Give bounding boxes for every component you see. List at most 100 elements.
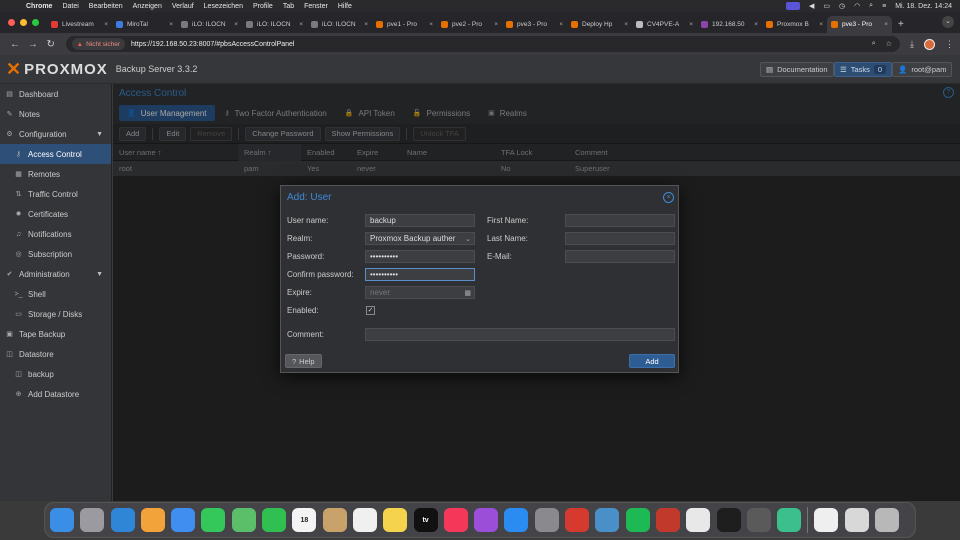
username-input[interactable]: backup bbox=[365, 214, 475, 227]
url-text[interactable]: https://192.168.50.23:8007/#pbsAccessCon… bbox=[131, 41, 294, 48]
sidebar-item[interactable]: ✔ Administration ▼ bbox=[0, 264, 111, 284]
browser-tab[interactable]: Proxmox B × bbox=[762, 16, 827, 33]
bookmark-star-icon[interactable]: ☆ bbox=[886, 40, 892, 48]
terminal-icon[interactable] bbox=[716, 508, 741, 532]
tab-close-icon[interactable]: × bbox=[299, 21, 303, 28]
notes-app-icon[interactable] bbox=[383, 508, 408, 532]
sidebar-item[interactable]: ⚷ Access Control bbox=[0, 144, 111, 164]
menu-item[interactable]: Tab bbox=[283, 3, 294, 10]
help-button[interactable]: ? Help bbox=[285, 354, 322, 368]
last-name-input[interactable] bbox=[565, 232, 675, 245]
tab-close-icon[interactable]: × bbox=[169, 21, 173, 28]
menu-item[interactable]: Verlauf bbox=[172, 3, 194, 10]
zoom-icon[interactable]: ⌕ bbox=[872, 40, 876, 48]
tab-close-icon[interactable]: × bbox=[364, 21, 368, 28]
sidebar-item[interactable]: ▣ Tape Backup bbox=[0, 324, 111, 344]
volume-icon[interactable]: ◀ bbox=[809, 2, 814, 10]
forward-icon[interactable]: → bbox=[24, 39, 42, 50]
chrome-icon[interactable] bbox=[686, 508, 711, 532]
chevron-down-icon[interactable]: ⌄ bbox=[465, 235, 471, 243]
dialog-add-button[interactable]: Add bbox=[629, 354, 675, 368]
menu-item[interactable]: Profile bbox=[253, 3, 273, 10]
sidebar-item[interactable]: >_ Shell bbox=[0, 284, 111, 304]
browser-tab[interactable]: pve1 - Pro × bbox=[372, 16, 437, 33]
sidebar-item[interactable]: ◫ Datastore bbox=[0, 344, 111, 364]
browser-tab[interactable]: CV4PVE-A × bbox=[632, 16, 697, 33]
email-input[interactable] bbox=[565, 250, 675, 263]
tool-red-icon[interactable] bbox=[565, 508, 590, 532]
chrome-menu-icon[interactable]: ⋮ bbox=[945, 39, 954, 50]
new-tab-button[interactable]: + bbox=[898, 19, 904, 30]
expire-date-field[interactable]: never ▦ bbox=[365, 286, 475, 299]
browser-tab[interactable]: iLO: ILOCN × bbox=[177, 16, 242, 33]
expand-arrow-icon[interactable]: ▼ bbox=[96, 131, 103, 138]
photos-icon[interactable] bbox=[140, 508, 165, 532]
tab-close-icon[interactable]: × bbox=[104, 21, 108, 28]
profile-avatar[interactable] bbox=[923, 38, 935, 50]
screen-share-icon[interactable] bbox=[785, 2, 800, 10]
sidebar-item[interactable]: ✹ Certificates bbox=[0, 204, 111, 224]
menu-clock[interactable]: Mi. 18. Dez. 14:24 bbox=[895, 3, 952, 10]
safari-icon[interactable] bbox=[110, 508, 135, 532]
documentation-button[interactable]: ▤ Documentation bbox=[760, 62, 834, 77]
close-icon[interactable]: × bbox=[663, 192, 674, 203]
podcasts-icon[interactable] bbox=[474, 508, 499, 532]
sidebar-item[interactable]: ♫ Notifications bbox=[0, 224, 111, 244]
user-menu-button[interactable]: 👤 root@pam bbox=[892, 62, 953, 77]
tasks-button[interactable]: ☰ Tasks 0 bbox=[834, 62, 893, 77]
menu-app-chrome[interactable]: Chrome bbox=[26, 3, 52, 10]
enabled-checkbox[interactable]: ✓ bbox=[366, 306, 375, 315]
tab-close-icon[interactable]: × bbox=[559, 21, 563, 28]
first-name-input[interactable] bbox=[565, 214, 675, 227]
browser-tab[interactable]: 192.168.50 × bbox=[697, 16, 762, 33]
browser-tab[interactable]: pve3 - Pro × bbox=[827, 16, 892, 33]
download-icon[interactable]: ⤓ bbox=[910, 39, 914, 50]
spotify-icon[interactable] bbox=[625, 508, 650, 532]
control-center-icon[interactable]: ≡ bbox=[882, 3, 886, 10]
document-icon[interactable] bbox=[814, 508, 839, 532]
search-icon[interactable]: ⌕ bbox=[869, 2, 873, 10]
preview-icon[interactable] bbox=[844, 508, 869, 532]
sidebar-item[interactable]: ▭ Storage / Disks bbox=[0, 304, 111, 324]
messages-icon[interactable] bbox=[201, 508, 226, 532]
tab-search-icon[interactable]: ⌄ bbox=[942, 16, 954, 28]
menu-item[interactable]: Fenster bbox=[304, 3, 328, 10]
sidebar-item[interactable]: ⇅ Traffic Control bbox=[0, 184, 111, 204]
password-input[interactable]: •••••••••• bbox=[365, 250, 475, 263]
tab-close-icon[interactable]: × bbox=[624, 21, 628, 28]
mail-icon[interactable] bbox=[171, 508, 196, 532]
battery-icon[interactable]: ▭ bbox=[823, 2, 830, 10]
realm-select[interactable]: Proxmox Backup auther ⌄ bbox=[365, 232, 475, 245]
quicktime-icon[interactable] bbox=[595, 508, 620, 532]
confirm-password-input[interactable]: •••••••••• bbox=[365, 268, 475, 281]
tab-close-icon[interactable]: × bbox=[429, 21, 433, 28]
expand-arrow-icon[interactable]: ▼ bbox=[96, 271, 103, 278]
browser-tab[interactable]: MiroTal × bbox=[112, 16, 177, 33]
clock-icon[interactable]: ◷ bbox=[839, 2, 845, 10]
not-secure-badge[interactable]: ▲ Nicht sicher bbox=[71, 38, 126, 50]
browser-tab[interactable]: iLO: ILOCN × bbox=[307, 16, 372, 33]
browser-tab[interactable]: Livestream × bbox=[47, 16, 112, 33]
browser-tab[interactable]: iLO: ILOCN × bbox=[242, 16, 307, 33]
sidebar-item[interactable]: ▤ Dashboard bbox=[0, 84, 111, 104]
finder-icon[interactable] bbox=[50, 508, 74, 532]
close-window-button[interactable] bbox=[8, 19, 15, 26]
address-bar[interactable]: ▲ Nicht sicher https://192.168.50.23:8007… bbox=[65, 36, 900, 52]
back-icon[interactable]: ← bbox=[6, 39, 24, 50]
calendar-icon[interactable]: ▦ bbox=[464, 289, 471, 297]
sync-green-icon[interactable] bbox=[777, 508, 802, 532]
sidebar-item[interactable]: ⚙ Configuration ▼ bbox=[0, 124, 111, 144]
sidebar-item[interactable]: ◎ Subscription bbox=[0, 244, 111, 264]
menu-item[interactable]: Bearbeiten bbox=[89, 3, 123, 10]
minimize-window-button[interactable] bbox=[20, 19, 27, 26]
calculator-icon[interactable] bbox=[746, 508, 771, 532]
menu-item[interactable]: Datei bbox=[62, 3, 78, 10]
tab-close-icon[interactable]: × bbox=[689, 21, 693, 28]
fullscreen-window-button[interactable] bbox=[32, 19, 39, 26]
menu-item[interactable]: Anzeigen bbox=[133, 3, 162, 10]
browser-tab[interactable]: pve2 - Pro × bbox=[437, 16, 502, 33]
tab-close-icon[interactable]: × bbox=[754, 21, 758, 28]
tab-close-icon[interactable]: × bbox=[494, 21, 498, 28]
browser-tab[interactable]: pve3 - Pro × bbox=[502, 16, 567, 33]
launchpad-icon[interactable] bbox=[80, 508, 105, 532]
